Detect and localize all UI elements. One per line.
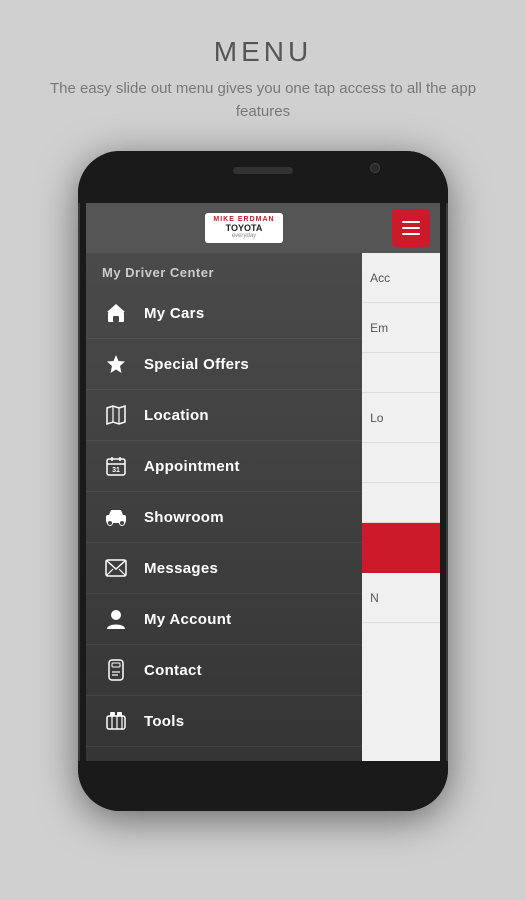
menu-item-my-account[interactable]: My Account (86, 594, 362, 645)
right-panel-text-2: Em (370, 321, 388, 335)
menu-label-tools: Tools (144, 713, 184, 730)
menu-item-tools[interactable]: Tools (86, 696, 362, 747)
right-panel-item-6 (362, 483, 440, 523)
logo-line2: TOYOTA (226, 224, 263, 234)
person-icon (102, 605, 130, 633)
screen-header: MIKE ERDMAN TOYOTA everyday (86, 203, 440, 253)
menu-item-appointment[interactable]: 31 Appointment (86, 441, 362, 492)
right-panel-text-8: N (370, 591, 379, 605)
tools-icon (102, 707, 130, 735)
menu-item-showroom[interactable]: Showroom (86, 492, 362, 543)
menu-label-showroom: Showroom (144, 509, 224, 526)
menu-label-messages: Messages (144, 560, 218, 577)
logo-line3: everyday (232, 233, 256, 240)
menu-label-location: Location (144, 407, 209, 424)
right-panel-item-8: N (362, 573, 440, 623)
logo-area: MIKE ERDMAN TOYOTA everyday (96, 213, 392, 243)
right-panel-item-1: Acc (362, 253, 440, 303)
menu-label-my-cars: My Cars (144, 305, 204, 322)
menu-label-appointment: Appointment (144, 458, 240, 475)
phone-top-bar (78, 151, 448, 203)
car-icon (102, 503, 130, 531)
svg-text:31: 31 (112, 467, 120, 474)
right-panel-text-4: Lo (370, 411, 383, 425)
phone-bottom-bar (78, 761, 448, 811)
calendar-icon: 31 (102, 452, 130, 480)
menu-section-label: My Driver Center (86, 253, 362, 288)
menu-item-messages[interactable]: Messages (86, 543, 362, 594)
right-panel-item-3 (362, 353, 440, 393)
menu-label-special-offers: Special Offers (144, 356, 249, 373)
page-title: MENU (214, 36, 312, 68)
menu-item-special-offers[interactable]: Special Offers (86, 339, 362, 390)
menu-label-my-account: My Account (144, 611, 231, 628)
phone-camera (370, 163, 380, 173)
right-panel-item-5 (362, 443, 440, 483)
phone-frame: MIKE ERDMAN TOYOTA everyday Acc Em (78, 151, 448, 811)
star-icon (102, 350, 130, 378)
menu-item-contact[interactable]: Contact (86, 645, 362, 696)
right-panel-item-4: Lo (362, 393, 440, 443)
menu-item-location[interactable]: Location (86, 390, 362, 441)
right-panel: Acc Em Lo N (362, 253, 440, 761)
right-panel-red (362, 523, 440, 573)
right-panel-item-2: Em (362, 303, 440, 353)
hamburger-icon (402, 221, 420, 235)
envelope-icon (102, 554, 130, 582)
hamburger-button[interactable] (392, 209, 430, 247)
contact-icon (102, 656, 130, 684)
menu-item-my-cars[interactable]: My Cars (86, 288, 362, 339)
phone-screen: MIKE ERDMAN TOYOTA everyday Acc Em (86, 203, 440, 761)
logo-box: MIKE ERDMAN TOYOTA everyday (205, 213, 282, 243)
menu-panel: My Driver Center My Cars (86, 253, 362, 761)
menu-label-contact: Contact (144, 662, 202, 679)
phone-speaker (233, 167, 293, 174)
garage-icon (102, 299, 130, 327)
page-subtitle: The easy slide out menu gives you one ta… (0, 78, 526, 123)
map-icon (102, 401, 130, 429)
right-panel-text-1: Acc (370, 271, 390, 285)
